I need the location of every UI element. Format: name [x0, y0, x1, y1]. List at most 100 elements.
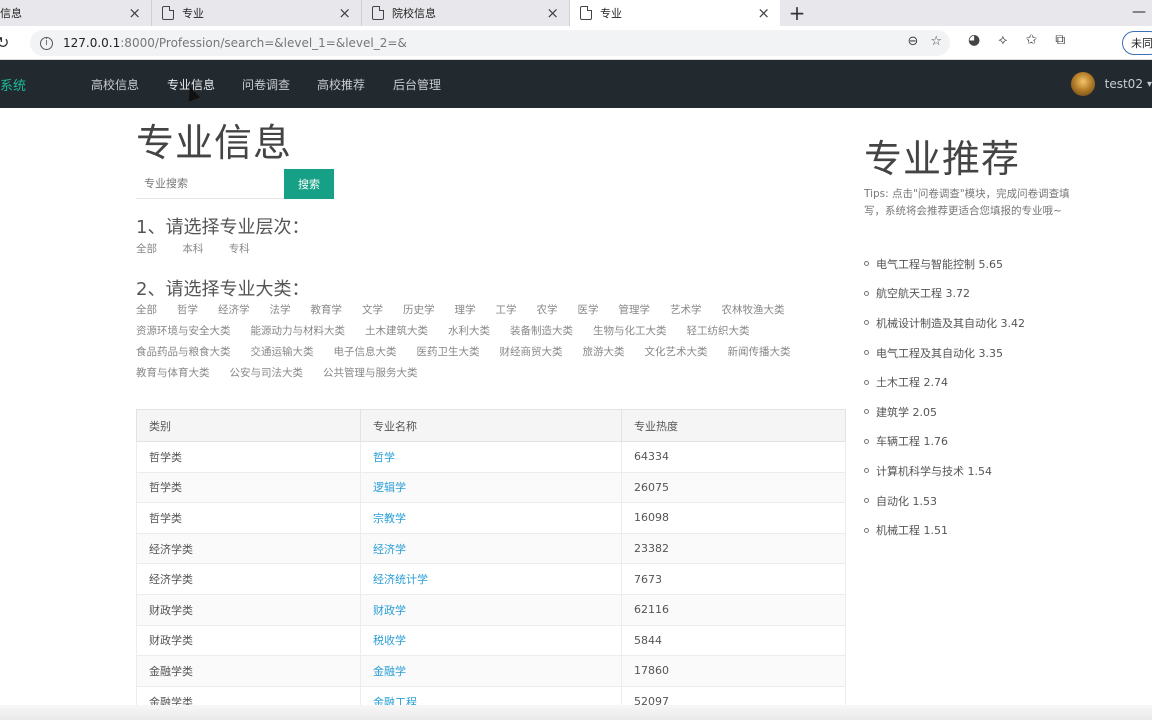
category-option[interactable]: 哲学	[177, 300, 198, 321]
collections-icon[interactable]: ⧉	[1055, 32, 1065, 48]
nav-item-university-info[interactable]: 高校信息	[91, 76, 139, 93]
circle-bullet-icon	[864, 527, 869, 533]
nav-item-university-recommend[interactable]: 高校推荐	[317, 76, 365, 93]
nav-item-admin[interactable]: 后台管理	[393, 76, 441, 93]
cell-name: 税收学	[360, 624, 622, 657]
category-option[interactable]: 文化艺术大类	[645, 342, 708, 363]
puzzle-icon[interactable]: ⟡	[998, 32, 1007, 48]
url-field[interactable]: i 127.0.0.1:8000/Profession/search=&leve…	[30, 30, 950, 56]
category-option[interactable]: 轻工纺织大类	[687, 321, 750, 342]
brand-logo[interactable]: 系统	[0, 75, 26, 94]
category-option[interactable]: 农林牧渔大类	[722, 300, 785, 321]
recommend-item-label: 电气工程与智能控制 5.65	[876, 257, 1003, 271]
category-option[interactable]: 生物与化工大类	[593, 321, 667, 342]
cell-heat: 64334	[621, 441, 846, 473]
recommend-item: 航空航天工程 3.72	[864, 279, 1025, 309]
cell-name: 哲学	[360, 441, 622, 473]
category-option[interactable]: 艺术学	[670, 300, 702, 321]
tab-label: 专业	[182, 7, 204, 20]
category-option[interactable]: 教育与体育大类	[136, 363, 210, 384]
column-header-name: 专业名称	[360, 409, 622, 442]
circle-bullet-icon	[864, 320, 869, 326]
category-option[interactable]: 公安与司法大类	[230, 363, 304, 384]
category-option[interactable]: 旅游大类	[583, 342, 625, 363]
cell-name: 财政学	[360, 593, 622, 626]
profession-link[interactable]: 财政学	[373, 604, 406, 617]
category-option[interactable]: 工学	[496, 300, 517, 321]
category-option[interactable]: 水利大类	[448, 321, 490, 342]
browser-tab-active[interactable]: 专业 ×	[570, 0, 780, 26]
zoom-icon[interactable]: ⊖	[907, 34, 918, 49]
close-icon[interactable]: ×	[757, 5, 770, 21]
reload-icon[interactable]: ↻	[0, 33, 18, 52]
category-option[interactable]: 食品药品与粮食大类	[136, 342, 231, 363]
profession-link[interactable]: 税收学	[373, 634, 406, 647]
recommend-item: 电气工程及其自动化 3.35	[864, 338, 1025, 368]
username[interactable]: test02	[1105, 77, 1143, 91]
profession-link[interactable]: 经济统计学	[373, 573, 428, 586]
info-icon[interactable]: i	[40, 36, 53, 50]
search-button[interactable]: 搜索	[284, 169, 334, 199]
category-option[interactable]: 文学	[362, 300, 383, 321]
category-option[interactable]: 财经商贸大类	[500, 342, 563, 363]
recommend-item: 机械工程 1.51	[864, 515, 1025, 545]
close-icon[interactable]: ×	[128, 5, 141, 21]
category-option[interactable]: 医药卫生大类	[417, 342, 480, 363]
cell-category: 经济学类	[136, 563, 361, 595]
category-option[interactable]: 资源环境与安全大类	[136, 321, 231, 342]
category-option[interactable]: 经济学	[218, 300, 250, 321]
chevron-down-icon[interactable]: ▾	[1147, 79, 1152, 90]
nav-item-survey[interactable]: 问卷调查	[242, 76, 290, 93]
table-row: 哲学类 哲学 64334	[136, 441, 846, 473]
category-option[interactable]: 理学	[455, 300, 476, 321]
category-option[interactable]: 电子信息大类	[334, 342, 397, 363]
profession-link[interactable]: 逻辑学	[373, 481, 406, 494]
cell-heat: 7673	[621, 563, 846, 595]
browser-tab-1[interactable]: 信息 ×	[0, 0, 152, 26]
new-tab-button[interactable]: +	[780, 0, 814, 26]
cell-heat: 16098	[621, 502, 846, 534]
profession-link[interactable]: 经济学	[373, 543, 406, 556]
profession-link[interactable]: 宗教学	[373, 512, 406, 525]
category-option[interactable]: 装备制造大类	[510, 321, 573, 342]
cell-name: 宗教学	[360, 502, 622, 534]
category-option[interactable]: 法学	[270, 300, 291, 321]
category-option[interactable]: 医学	[578, 300, 599, 321]
browser-tab-2[interactable]: 专业 ×	[152, 0, 362, 26]
browser-tab-3[interactable]: 院校信息 ×	[362, 0, 570, 26]
category-option[interactable]: 交通运输大类	[251, 342, 314, 363]
category-option[interactable]: 管理学	[619, 300, 651, 321]
category-option[interactable]: 历史学	[403, 300, 435, 321]
level-option[interactable]: 全部	[136, 241, 157, 256]
minimize-icon[interactable]: —	[1132, 4, 1146, 20]
tab-label: 院校信息	[392, 7, 436, 20]
level-option[interactable]: 专科	[229, 241, 250, 256]
profile-button[interactable]: 未同	[1122, 31, 1152, 55]
avatar[interactable]	[1070, 72, 1095, 96]
table-row: 财政学类 财政学 62116	[136, 593, 846, 626]
close-icon[interactable]: ×	[338, 5, 351, 21]
profession-link[interactable]: 哲学	[373, 451, 395, 464]
category-option[interactable]: 全部	[136, 300, 157, 321]
profession-link[interactable]: 金融学	[373, 665, 406, 678]
favorites-icon[interactable]: ✩	[1025, 32, 1037, 48]
category-option[interactable]: 新闻传播大类	[728, 342, 791, 363]
category-heading: 2、请选择专业大类：	[136, 279, 310, 300]
close-icon[interactable]: ×	[546, 5, 559, 21]
category-option[interactable]: 农学	[537, 300, 558, 321]
extension-icon[interactable]: ◕	[968, 32, 980, 48]
search-input[interactable]	[136, 169, 284, 199]
category-option[interactable]: 土木建筑大类	[365, 321, 428, 342]
browser-toolbar: ◕ ⟡ ✩ ⧉	[968, 32, 1065, 48]
category-option[interactable]: 教育学	[311, 300, 343, 321]
user-menu[interactable]: test02 ▾	[1070, 72, 1152, 96]
recommend-item: 自动化 1.53	[864, 486, 1025, 516]
recommend-item-label: 计算机科学与技术 1.54	[876, 464, 992, 478]
cell-category: 金融学类	[136, 655, 361, 687]
level-option[interactable]: 本科	[182, 241, 203, 256]
recommend-item-label: 机械设计制造及其自动化 3.42	[876, 316, 1025, 330]
category-option[interactable]: 公共管理与服务大类	[323, 363, 418, 384]
category-option[interactable]: 能源动力与材料大类	[251, 321, 346, 342]
recommend-item-label: 航空航天工程 3.72	[876, 287, 970, 301]
favorite-add-icon[interactable]: ☆	[930, 34, 942, 49]
